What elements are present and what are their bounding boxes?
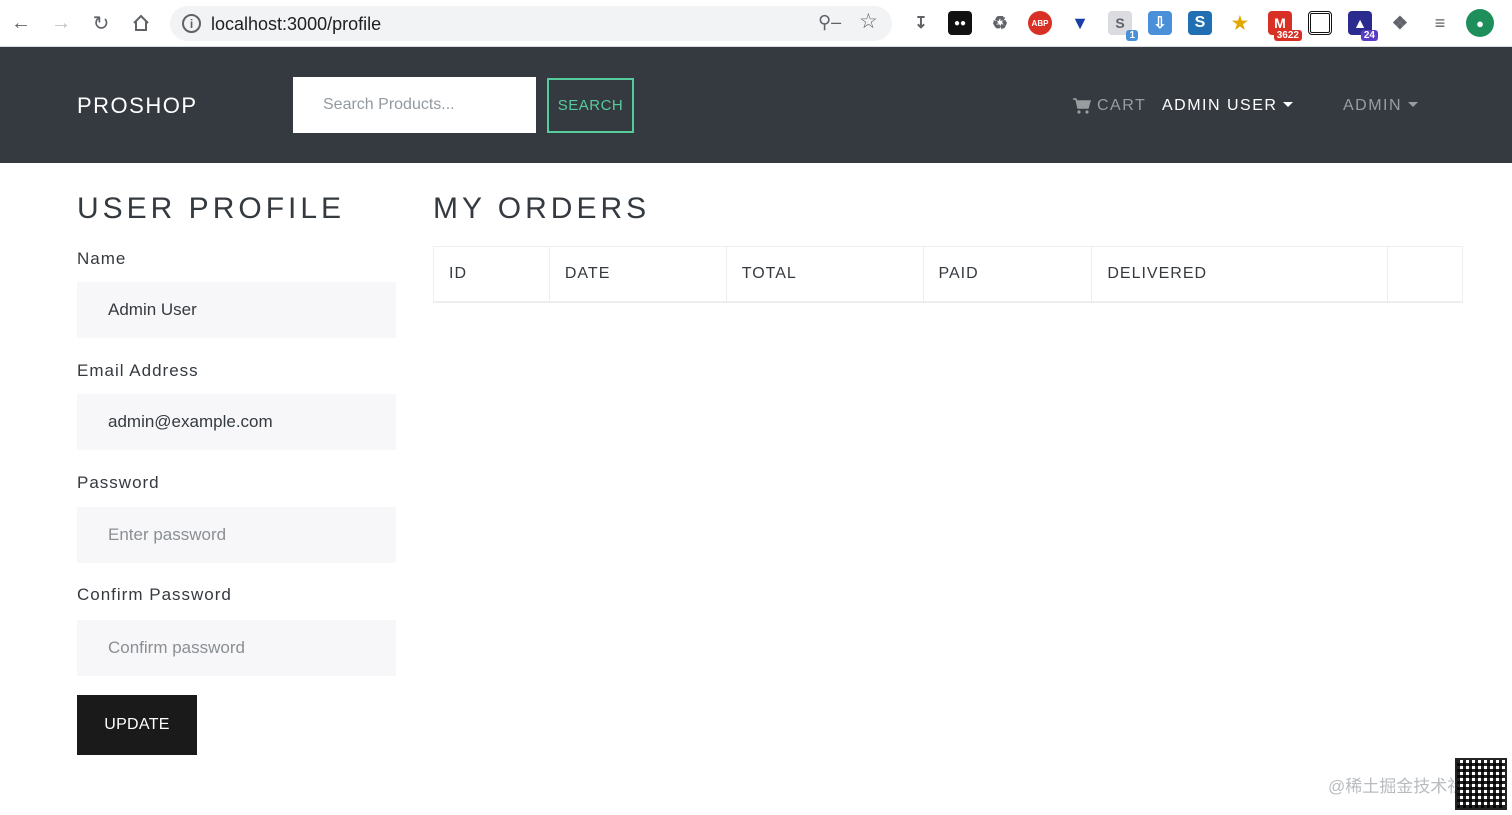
extension-abp-icon[interactable]: ABP	[1028, 11, 1052, 35]
key-icon[interactable]: ⚲–	[818, 12, 841, 33]
user-dropdown-label: ADMIN USER	[1162, 97, 1278, 114]
email-label: Email Address	[77, 361, 199, 380]
extension-s-blue-icon[interactable]: S	[1188, 11, 1212, 35]
site-navbar: PROSHOP SEARCH CART ADMIN USER ADMIN	[0, 47, 1512, 163]
extension-eyes-icon[interactable]: ●●	[948, 11, 972, 35]
extension-recycle-icon[interactable]: ♻	[988, 11, 1012, 35]
update-button[interactable]: UPDATE	[77, 695, 197, 755]
user-dropdown[interactable]: ADMIN USER	[1162, 97, 1294, 115]
admin-dropdown[interactable]: ADMIN	[1343, 97, 1419, 115]
extension-v-icon[interactable]: ▼	[1068, 11, 1092, 35]
brand-logo[interactable]: PROSHOP	[77, 93, 198, 119]
address-bar[interactable]: i localhost:3000/profile ⚲– ☆	[170, 6, 892, 41]
cart-link[interactable]: CART	[1073, 97, 1146, 115]
qr-code	[1455, 758, 1507, 810]
column-header-paid: PAID	[922, 246, 1093, 303]
home-icon[interactable]	[126, 8, 156, 38]
confirm-password-label: Confirm Password	[77, 585, 232, 604]
extension-gmail-icon[interactable]: M 3622	[1268, 11, 1302, 41]
extension-download-icon[interactable]: ↧	[909, 11, 933, 35]
back-icon[interactable]: ←	[6, 8, 36, 38]
admin-dropdown-label: ADMIN	[1343, 97, 1403, 114]
reload-icon[interactable]: ↻	[86, 8, 116, 38]
extension-hat-badge: 24	[1360, 30, 1378, 41]
gmail-badge: 3622	[1273, 30, 1302, 41]
browser-toolbar: ← → ↻ i localhost:3000/profile ⚲– ☆ ↧ ●●…	[0, 0, 1512, 47]
column-header-total: TOTAL	[725, 246, 924, 303]
cart-icon	[1073, 98, 1091, 114]
url-text[interactable]: localhost:3000/profile	[211, 14, 381, 35]
chevron-down-icon	[1283, 102, 1294, 107]
extension-car-icon[interactable]: ★	[1228, 11, 1252, 35]
extension-badge: 1	[1126, 30, 1138, 41]
extension-down-arrow-icon[interactable]: ⇩	[1148, 11, 1172, 35]
password-field[interactable]	[77, 507, 396, 563]
name-field[interactable]	[77, 282, 396, 338]
column-header-actions	[1387, 246, 1463, 303]
orders-header-row: ID DATE TOTAL PAID DELIVERED	[433, 246, 1463, 303]
extension-qr-icon[interactable]	[1308, 11, 1332, 35]
name-label: Name	[77, 249, 127, 268]
confirm-password-field[interactable]	[77, 620, 396, 676]
profile-avatar[interactable]: ●	[1466, 9, 1494, 37]
search-input[interactable]	[293, 77, 536, 133]
extension-hat-icon[interactable]: ▲ 24	[1348, 11, 1378, 41]
cart-label: CART	[1097, 97, 1147, 114]
orders-title: MY ORDERS	[433, 192, 651, 225]
column-header-delivered: DELIVERED	[1091, 246, 1389, 303]
search-button[interactable]: SEARCH	[547, 78, 634, 133]
chevron-down-icon	[1408, 102, 1419, 107]
extension-s-icon[interactable]: S1	[1108, 11, 1138, 41]
bookmark-star-icon[interactable]: ☆	[859, 9, 878, 34]
email-field[interactable]	[77, 394, 396, 450]
orders-table: ID DATE TOTAL PAID DELIVERED	[433, 246, 1463, 303]
reading-list-icon[interactable]: ≡	[1428, 11, 1452, 35]
profile-title: USER PROFILE	[77, 192, 346, 225]
column-header-date: DATE	[548, 246, 727, 303]
column-header-id: ID	[433, 246, 550, 303]
forward-icon[interactable]: →	[46, 8, 76, 38]
password-label: Password	[77, 473, 160, 492]
extensions-puzzle-icon[interactable]: ❖	[1388, 11, 1412, 35]
info-icon[interactable]: i	[182, 14, 201, 33]
